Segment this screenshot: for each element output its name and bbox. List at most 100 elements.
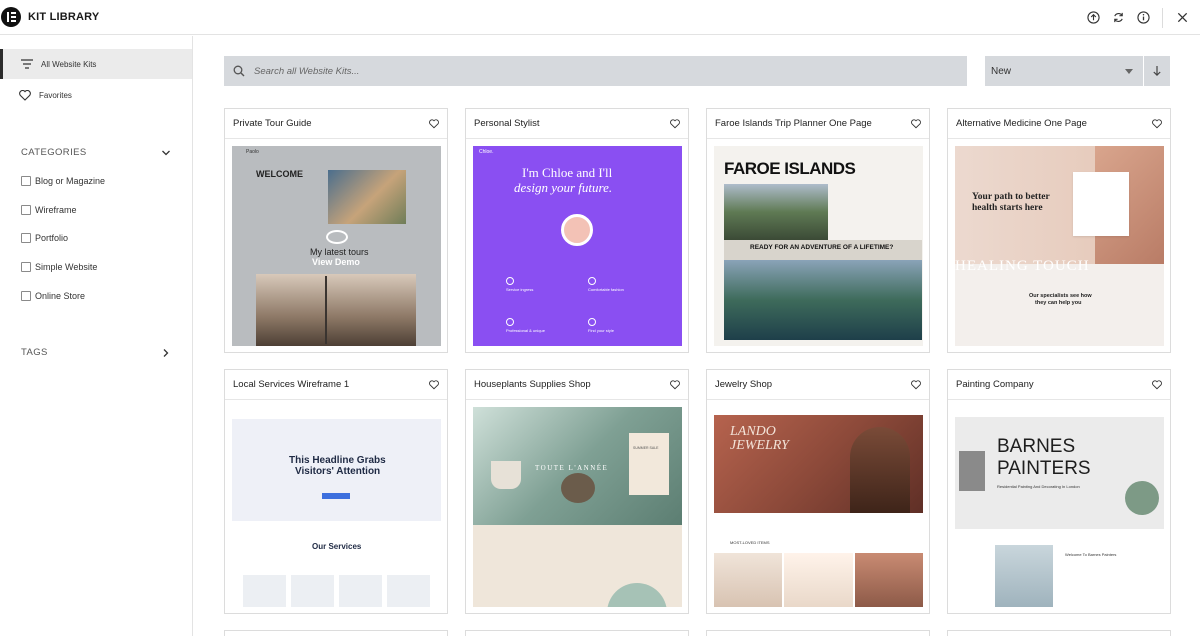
thumb-form xyxy=(1073,172,1129,236)
kit-card-personal-stylist[interactable]: Personal Stylist Chloe. I'm Chloe and I'… xyxy=(465,108,689,353)
thumb-subheading: Welcome To Barnes Painters xyxy=(1065,552,1117,557)
kit-title: Alternative Medicine One Page xyxy=(956,118,1087,129)
header-divider xyxy=(1162,7,1163,28)
kit-card-local-services-wireframe[interactable]: Local Services Wireframe 1 This Headline… xyxy=(224,369,448,614)
thumb-product-row xyxy=(714,553,923,607)
thumb-subheading: they can help you xyxy=(1035,300,1082,306)
kit-thumbnail[interactable]: Your path to better health starts here H… xyxy=(955,146,1164,346)
sync-icon[interactable] xyxy=(1106,6,1130,30)
stylist-avatar xyxy=(561,214,593,246)
search-icon xyxy=(233,65,245,77)
thumb-brand: TOUTE L'ANNÉE xyxy=(535,464,609,472)
category-wireframe[interactable]: Wireframe xyxy=(21,205,77,215)
chevron-right-icon[interactable] xyxy=(161,348,171,358)
kit-card-jewelry-shop[interactable]: Jewelry Shop LANDO JEWELRY MOST-LOVED IT… xyxy=(706,369,930,614)
kit-card-partial[interactable] xyxy=(465,630,689,636)
favorite-heart-icon[interactable] xyxy=(911,379,921,390)
thumb-placeholder xyxy=(243,575,286,607)
thumb-photo xyxy=(724,260,922,340)
favorite-heart-icon[interactable] xyxy=(429,379,439,390)
kit-card-partial[interactable] xyxy=(224,630,448,636)
sort-select[interactable]: New xyxy=(985,56,1143,86)
thumb-headline: This Headline Grabs xyxy=(289,455,386,466)
app-title: KIT LIBRARY xyxy=(28,11,100,23)
feature-icon xyxy=(588,318,596,326)
kit-title: Private Tour Guide xyxy=(233,118,312,129)
thumb-feature: Service ingress xyxy=(506,287,534,292)
favorite-heart-icon[interactable] xyxy=(670,379,680,390)
kit-card-houseplants-supplies-shop[interactable]: Houseplants Supplies Shop TOUTE L'ANNÉE … xyxy=(465,369,689,614)
caret-down-icon xyxy=(1125,68,1133,74)
favorite-heart-icon[interactable] xyxy=(1152,379,1162,390)
category-online-store[interactable]: Online Store xyxy=(21,291,85,301)
favorite-heart-icon[interactable] xyxy=(1152,118,1162,129)
import-kit-icon[interactable] xyxy=(1081,6,1105,30)
close-icon[interactable] xyxy=(1170,6,1194,30)
sidebar-item-label: All Website Kits xyxy=(41,59,97,69)
search-bar xyxy=(224,56,967,86)
category-simple-website[interactable]: Simple Website xyxy=(21,262,97,272)
thumb-feature: Comfortable fashion xyxy=(588,287,624,292)
thumb-photo xyxy=(724,184,828,240)
thumb-headline: design your future. xyxy=(514,180,613,195)
sort-direction-button[interactable] xyxy=(1144,56,1170,86)
thumb-feature: Find your style xyxy=(588,328,615,333)
thumb-feature: Professional & unique xyxy=(506,328,545,333)
thumb-photo xyxy=(328,170,406,224)
eye-icon xyxy=(326,230,348,244)
categories-title: CATEGORIES xyxy=(21,147,87,158)
header-actions xyxy=(1081,0,1200,35)
search-input[interactable] xyxy=(254,65,904,77)
sidebar: All Website Kits Favorites CATEGORIES Bl… xyxy=(0,36,193,636)
info-icon[interactable] xyxy=(1131,6,1155,30)
thumb-placeholder xyxy=(387,575,430,607)
checkbox[interactable] xyxy=(21,291,31,301)
eiffel-tower-image xyxy=(314,276,338,344)
kit-card-partial[interactable] xyxy=(706,630,930,636)
heart-icon xyxy=(19,89,31,101)
kit-title: Personal Stylist xyxy=(474,118,540,129)
checkbox[interactable] xyxy=(21,176,31,186)
checkbox[interactable] xyxy=(21,233,31,243)
category-portfolio[interactable]: Portfolio xyxy=(21,233,68,243)
thumb-photo xyxy=(959,451,985,491)
kit-thumbnail[interactable]: Paolo WELCOME My latest tours View Demo xyxy=(232,146,441,346)
thumb-button xyxy=(322,493,350,499)
favorite-heart-icon[interactable] xyxy=(429,118,439,129)
checkbox[interactable] xyxy=(21,262,31,272)
kit-thumbnail[interactable]: LANDO JEWELRY MOST-LOVED ITEMS xyxy=(714,407,923,607)
feature-icon xyxy=(506,318,514,326)
kit-title: Local Services Wireframe 1 xyxy=(233,379,350,390)
kit-thumbnail[interactable]: FAROE ISLANDS READY FOR AN ADVENTURE OF … xyxy=(714,146,923,346)
kit-title: Faroe Islands Trip Planner One Page xyxy=(715,118,872,129)
thumb-headline: FAROE ISLANDS xyxy=(724,159,856,178)
kit-card-partial[interactable] xyxy=(947,630,1171,636)
category-blog-or-magazine[interactable]: Blog or Magazine xyxy=(21,176,105,186)
kit-card-faroe-islands[interactable]: Faroe Islands Trip Planner One Page FARO… xyxy=(706,108,930,353)
kit-thumbnail[interactable]: TOUTE L'ANNÉE SUMMER SALE xyxy=(473,407,682,607)
kit-thumbnail[interactable]: Chloe. I'm Chloe and I'll design your fu… xyxy=(473,146,682,346)
kit-thumbnail[interactable]: BARNES PAINTERS Residential Painting And… xyxy=(955,407,1164,607)
kit-card-alternative-medicine[interactable]: Alternative Medicine One Page Your path … xyxy=(947,108,1171,353)
thumb-photo xyxy=(995,545,1053,607)
kit-card-private-tour-guide[interactable]: Private Tour Guide Paolo WELCOME My late… xyxy=(224,108,448,353)
chevron-down-icon[interactable] xyxy=(161,148,171,158)
category-label: Simple Website xyxy=(35,262,98,272)
sidebar-item-favorites[interactable]: Favorites xyxy=(0,80,192,110)
category-label: Blog or Magazine xyxy=(35,176,106,186)
thumb-welcome: WELCOME xyxy=(256,169,303,179)
checkbox[interactable] xyxy=(21,205,31,215)
thumb-brand: Chloe. xyxy=(479,149,494,155)
view-demo-label[interactable]: View Demo xyxy=(312,257,360,267)
thumb-band-text: HEALING TOUCH xyxy=(955,258,1090,274)
favorite-heart-icon[interactable] xyxy=(670,118,680,129)
favorite-heart-icon[interactable] xyxy=(911,118,921,129)
thumb-headline: health starts here xyxy=(972,203,1043,213)
kit-card-painting-company[interactable]: Painting Company BARNES PAINTERS Residen… xyxy=(947,369,1171,614)
tags-title: TAGS xyxy=(21,347,48,358)
sidebar-item-all-website-kits[interactable]: All Website Kits xyxy=(0,49,192,79)
kit-title: Painting Company xyxy=(956,379,1034,390)
kit-thumbnail[interactable]: This Headline Grabs Visitors' Attention … xyxy=(232,407,441,607)
thumb-cta: READY FOR AN ADVENTURE OF A LIFETIME? xyxy=(750,244,894,251)
kit-title: Houseplants Supplies Shop xyxy=(474,379,591,390)
